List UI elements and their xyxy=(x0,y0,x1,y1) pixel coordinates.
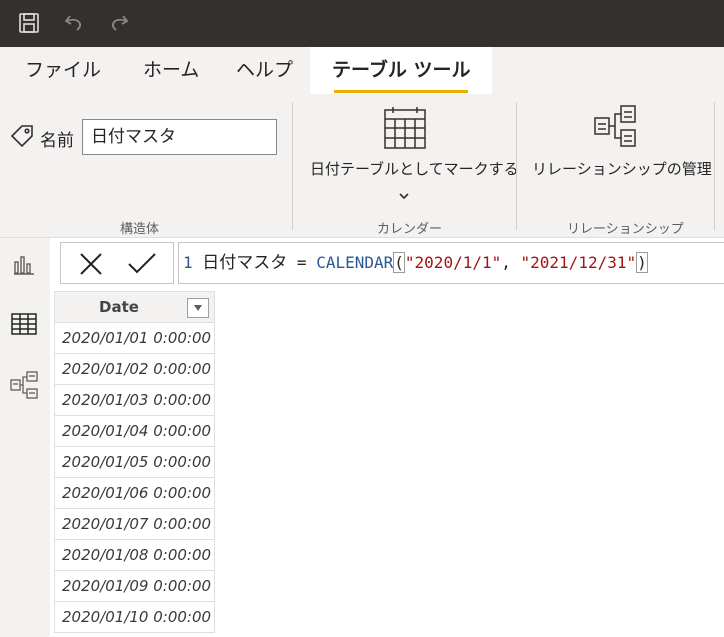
calendar-table-icon xyxy=(383,106,427,154)
table-row[interactable]: 2020/01/03 0:00:00 xyxy=(54,385,215,416)
view-switcher xyxy=(0,238,50,637)
group-divider xyxy=(516,102,517,230)
save-icon[interactable] xyxy=(14,8,44,38)
column-header-label: Date xyxy=(99,298,139,316)
commit-formula-icon[interactable] xyxy=(127,252,157,280)
data-view-icon[interactable] xyxy=(9,309,39,339)
chevron-down-icon[interactable] xyxy=(398,186,410,205)
formula-commit-buttons xyxy=(60,242,174,284)
table-row[interactable]: 2020/01/02 0:00:00 xyxy=(54,354,215,385)
redo-icon[interactable] xyxy=(104,8,134,38)
table-row[interactable]: 2020/01/06 0:00:00 xyxy=(54,478,215,509)
formula-arg-start: "2020/1/1" xyxy=(404,253,502,272)
formula-line-number: 1 xyxy=(183,253,193,272)
cancel-formula-icon[interactable] xyxy=(79,252,103,280)
ribbon-tabs: ファイル ホーム ヘルプ テーブル ツール xyxy=(0,47,724,94)
formula-function: CALENDAR xyxy=(316,253,394,272)
tab-help[interactable]: ヘルプ xyxy=(236,47,293,94)
table-row[interactable]: 2020/01/05 0:00:00 xyxy=(54,447,215,478)
group-label-relationships: リレーションシップ xyxy=(567,222,684,237)
table-row[interactable]: 2020/01/09 0:00:00 xyxy=(54,571,215,602)
tab-file[interactable]: ファイル xyxy=(25,47,101,94)
tab-home[interactable]: ホーム xyxy=(143,47,199,94)
group-label-structure: 構造体 xyxy=(120,222,160,237)
formula-open-paren: ( xyxy=(393,252,405,273)
table-row[interactable]: 2020/01/07 0:00:00 xyxy=(54,509,215,540)
manage-relationships-button[interactable]: リレーションシップの管理 xyxy=(532,158,712,179)
group-divider xyxy=(714,102,715,230)
tab-table-tools-label: テーブル ツール xyxy=(332,59,471,81)
column-header-date[interactable]: Date xyxy=(54,291,215,323)
title-bar xyxy=(0,0,724,47)
tag-icon xyxy=(9,123,35,153)
table-row[interactable]: 2020/01/08 0:00:00 xyxy=(54,540,215,571)
dropdown-triangle-icon xyxy=(194,305,202,311)
group-label-calendar: カレンダー xyxy=(377,222,443,237)
formula-comma: , xyxy=(501,253,511,272)
table-row[interactable]: 2020/01/01 0:00:00 xyxy=(54,323,215,354)
table-row[interactable]: 2020/01/04 0:00:00 xyxy=(54,416,215,447)
formula-equals: = xyxy=(296,253,307,272)
table-row[interactable]: 2020/01/10 0:00:00 xyxy=(54,602,215,633)
formula-arg-end: "2021/12/31" xyxy=(520,253,637,272)
manage-relationships-icon xyxy=(593,104,639,154)
name-label: 名前 xyxy=(40,131,74,151)
mark-as-date-table-button[interactable]: 日付テーブルとしてマークする xyxy=(310,158,519,179)
undo-icon[interactable] xyxy=(59,8,89,38)
column-filter-button[interactable] xyxy=(187,298,209,318)
formula-bar[interactable]: 1 日付マスタ = CALENDAR("2020/1/1", "2021/12/… xyxy=(178,242,724,284)
group-divider xyxy=(292,102,293,230)
tab-table-tools[interactable]: テーブル ツール xyxy=(310,47,493,94)
active-tab-indicator xyxy=(334,90,469,93)
formula-table-name: 日付マスタ xyxy=(202,253,288,273)
report-view-icon[interactable] xyxy=(9,250,39,280)
ribbon: 名前 日付マスタ 構造体 日付テーブルとしてマークする カレンダー リレーション… xyxy=(0,94,724,238)
table-name-input[interactable]: 日付マスタ xyxy=(82,119,277,155)
model-view-icon[interactable] xyxy=(9,370,39,400)
formula-close-paren: ) xyxy=(636,252,648,273)
